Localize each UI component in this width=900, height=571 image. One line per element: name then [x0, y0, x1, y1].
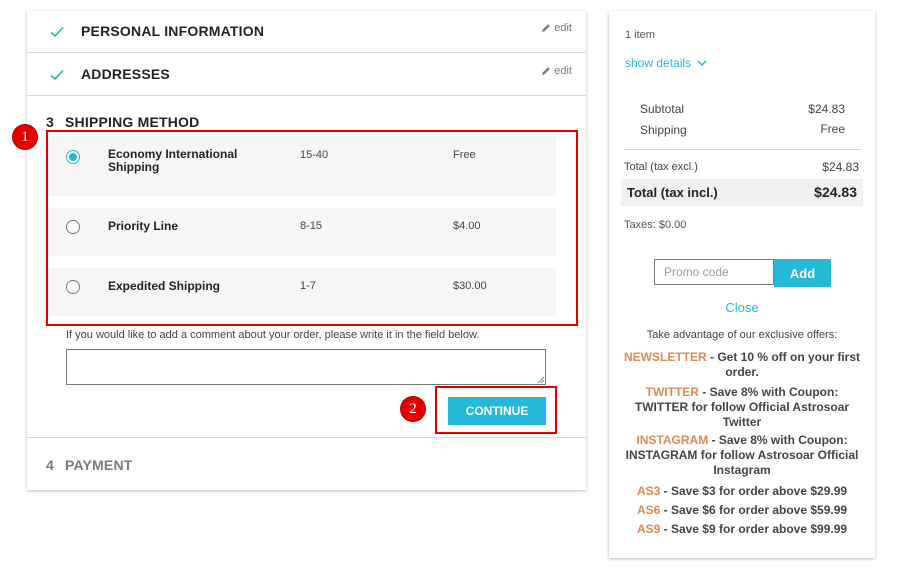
taxes: Taxes: $0.00 — [624, 219, 687, 231]
offer-item: NEWSLETTER - Get 10 % off on your first … — [619, 350, 865, 380]
offer-code: AS3 — [636, 484, 661, 498]
check-icon — [50, 26, 64, 38]
offers-intro: Take advantage of our exclusive offers: — [646, 329, 838, 341]
show-details-label: show details — [625, 56, 692, 70]
subtotal-label: Subtotal — [640, 102, 685, 116]
offer-text: - Get 10 % off on your first order. — [706, 350, 861, 379]
total-incl-label: Total (tax incl.) — [627, 185, 718, 200]
pencil-icon — [542, 24, 551, 32]
step-title-payment: Payment — [65, 457, 133, 473]
highlight-box-continue — [435, 386, 557, 434]
chevron-down-icon — [697, 59, 707, 66]
offer-code: AS9 — [636, 522, 661, 536]
offer-code: INSTAGRAM — [636, 433, 709, 447]
offer-text: - Save $9 for order above $99.99 — [660, 522, 848, 536]
promo-code-input[interactable]: Promo code — [654, 259, 774, 285]
add-promo-button[interactable]: Add — [774, 259, 831, 287]
cart-summary: 1 item show details Subtotal $24.83 Ship… — [609, 11, 875, 558]
edit-link[interactable]: edit — [541, 65, 572, 77]
edit-label: edit — [554, 65, 572, 77]
offer-code: NEWSLETTER — [623, 350, 707, 364]
step-addresses[interactable]: Addresses edit — [27, 53, 586, 96]
highlight-box-shipping-options — [46, 130, 578, 326]
close-link[interactable]: Close — [609, 300, 875, 315]
total-excl-label: Total (tax excl.) — [624, 161, 698, 173]
shipping-label: Shipping — [640, 123, 687, 137]
offer-code: TWITTER — [645, 385, 699, 399]
check-icon — [50, 69, 64, 81]
step-number: 3 — [46, 114, 54, 130]
offer-code: AS6 — [636, 503, 661, 517]
show-details-link[interactable]: show details — [625, 56, 707, 70]
shipping-value: Free — [820, 122, 845, 136]
total-incl-value: $24.83 — [814, 184, 857, 200]
offer-item: AS9 - Save $9 for order above $99.99 — [619, 522, 865, 537]
annotation-badge: 1 — [13, 125, 37, 149]
edit-label: edit — [554, 22, 572, 34]
step-title: Personal Information — [81, 23, 265, 39]
edit-link[interactable]: edit — [541, 22, 572, 34]
offer-item: TWITTER - Save 8% with Coupon: TWITTER f… — [619, 385, 865, 430]
offer-item: INSTAGRAM - Save 8% with Coupon: INSTAGR… — [619, 433, 865, 478]
offer-item: AS3 - Save $3 for order above $29.99 — [619, 484, 865, 499]
step-number: 4 — [46, 457, 54, 473]
subtotal-value: $24.83 — [808, 102, 845, 116]
step-title-shipping: Shipping Method — [65, 114, 200, 130]
items-count: 1 item — [625, 29, 655, 41]
total-excl-value: $24.83 — [822, 160, 859, 174]
offer-text: - Save $3 for order above $29.99 — [660, 484, 848, 498]
comment-textarea[interactable] — [66, 349, 546, 385]
divider — [623, 149, 861, 150]
pencil-icon — [542, 67, 551, 75]
step-title: Addresses — [81, 66, 170, 82]
resize-grip-icon[interactable] — [537, 376, 545, 384]
annotation-badge: 2 — [401, 397, 425, 421]
offer-text: - Save $6 for order above $59.99 — [660, 503, 848, 517]
total-incl-row: Total (tax incl.) $24.83 — [621, 179, 863, 206]
offer-item: AS6 - Save $6 for order above $59.99 — [619, 503, 865, 518]
step-payment[interactable]: 4 Payment — [27, 437, 586, 491]
comment-label: If you would like to add a comment about… — [66, 329, 480, 341]
step-personal-information[interactable]: Personal Information edit — [27, 11, 586, 53]
